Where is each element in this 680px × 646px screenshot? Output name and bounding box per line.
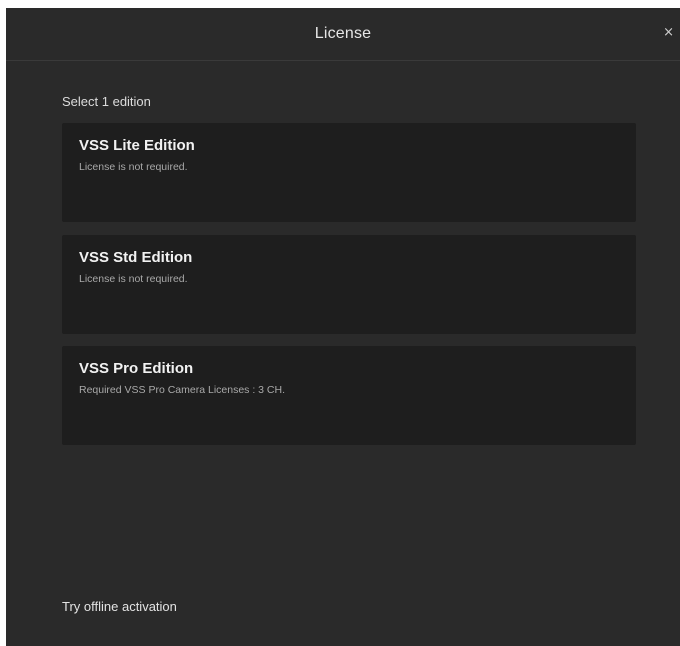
- edition-description: License is not required.: [79, 273, 188, 285]
- dialog-header: License ×: [6, 8, 680, 61]
- edition-card-lite[interactable]: VSS Lite Edition License is not required…: [62, 123, 636, 222]
- edition-description: Required VSS Pro Camera Licenses : 3 CH.: [79, 384, 286, 396]
- edition-card-pro[interactable]: VSS Pro Edition Required VSS Pro Camera …: [62, 346, 636, 445]
- select-edition-label: Select 1 edition: [62, 94, 151, 109]
- dialog-title: License: [314, 25, 372, 42]
- edition-card-std[interactable]: VSS Std Edition License is not required.: [62, 235, 636, 334]
- offline-activation-link[interactable]: Try offline activation: [62, 599, 177, 614]
- license-dialog: License × Select 1 edition VSS Lite Edit…: [6, 8, 680, 646]
- edition-name: VSS Std Edition: [79, 249, 193, 266]
- edition-description: License is not required.: [79, 161, 188, 173]
- edition-name: VSS Pro Edition: [79, 360, 194, 377]
- edition-name: VSS Lite Edition: [79, 137, 195, 154]
- close-icon[interactable]: ×: [663, 25, 674, 41]
